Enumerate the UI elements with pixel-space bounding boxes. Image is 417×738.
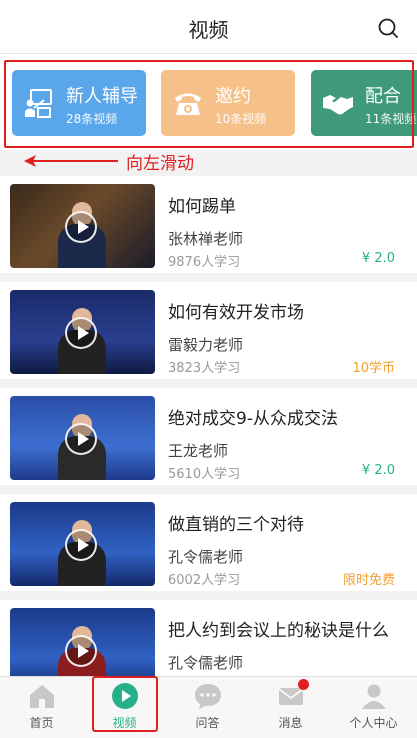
video-list[interactable]: 如何踢单 张林禅老师 9876人学习 ¥ 2.0 如何有效开发市场 雷毅力老师 … <box>0 168 417 676</box>
video-students: 3823人学习 <box>168 361 241 376</box>
handshake-icon <box>323 95 353 115</box>
tab-label: 问答 <box>195 716 220 730</box>
tab-home[interactable]: 首页 <box>0 677 83 738</box>
video-title: 如何踢单 <box>168 197 236 217</box>
category-count: 10条视频 <box>215 112 267 126</box>
video-item[interactable]: 如何踢单 张林禅老师 9876人学习 ¥ 2.0 <box>0 176 417 273</box>
top-bar: 视频 <box>0 0 417 54</box>
play-icon[interactable] <box>65 423 97 455</box>
tab-label: 首页 <box>29 716 54 730</box>
page-title: 视频 <box>188 18 229 42</box>
video-thumbnail[interactable] <box>10 502 155 586</box>
tab-profile[interactable]: 个人中心 <box>332 677 415 738</box>
play-icon[interactable] <box>65 529 97 561</box>
video-teacher: 张林禅老师 <box>168 230 244 248</box>
category-title: 配合 <box>365 86 401 107</box>
video-teacher: 孔令儒老师 <box>168 654 244 672</box>
category-count: 28条视频 <box>66 112 118 126</box>
video-title: 做直销的三个对待 <box>168 515 304 535</box>
video-students: 9876人学习 <box>168 255 241 270</box>
bottom-tab-bar: 首页 视频 问答 消息 个人中心 <box>0 676 417 738</box>
category-carousel[interactable]: 新人辅导 28条视频 邀约 10条视频 配合 11条视频 <box>0 54 417 150</box>
phone-icon <box>175 93 201 115</box>
video-thumbnail[interactable] <box>10 608 155 676</box>
video-teacher: 王龙老师 <box>168 442 229 460</box>
video-price: 限时免费 <box>342 573 395 588</box>
video-item[interactable]: 做直销的三个对待 孔令儒老师 6002人学习 限时免费 <box>0 494 417 591</box>
category-card-cooperate[interactable]: 配合 11条视频 <box>311 70 417 136</box>
video-students: 6002人学习 <box>168 573 241 588</box>
play-icon[interactable] <box>65 317 97 349</box>
home-icon <box>30 685 54 708</box>
category-card-invite[interactable]: 邀约 10条视频 <box>161 70 295 136</box>
search-icon[interactable] <box>377 17 399 39</box>
video-thumbnail[interactable] <box>10 184 155 268</box>
user-icon <box>362 684 386 709</box>
tab-video[interactable]: 视频 <box>83 677 166 738</box>
chat-icon <box>195 684 221 709</box>
category-count: 11条视频 <box>365 112 417 126</box>
play-icon[interactable] <box>65 635 97 667</box>
video-title: 如何有效开发市场 <box>168 303 304 323</box>
video-item[interactable]: 如何有效开发市场 雷毅力老师 3823人学习 10学币 <box>0 282 417 379</box>
tab-label: 视频 <box>112 716 137 730</box>
tab-label: 消息 <box>278 716 303 730</box>
video-price: 10学币 <box>352 361 395 376</box>
video-price: ¥ 2.0 <box>361 463 395 478</box>
category-card-mentoring[interactable]: 新人辅导 28条视频 <box>12 70 146 136</box>
mentor-icon <box>25 89 52 118</box>
tab-qa[interactable]: 问答 <box>166 677 249 738</box>
play-icon[interactable] <box>65 211 97 243</box>
video-title: 绝对成交9-从众成交法 <box>168 409 338 429</box>
video-play-icon <box>112 683 138 709</box>
video-item[interactable]: 把人约到会议上的秘诀是什么 孔令儒老师 <box>0 600 417 676</box>
video-thumbnail[interactable] <box>10 396 155 480</box>
video-students: 5610人学习 <box>168 467 241 482</box>
tab-messages[interactable]: 消息 <box>249 677 332 738</box>
category-title: 邀约 <box>215 86 251 107</box>
video-item[interactable]: 绝对成交9-从众成交法 王龙老师 5610人学习 ¥ 2.0 <box>0 388 417 485</box>
category-title: 新人辅导 <box>66 86 138 107</box>
video-teacher: 孔令儒老师 <box>168 548 244 566</box>
unread-badge <box>298 679 309 690</box>
video-thumbnail[interactable] <box>10 290 155 374</box>
video-teacher: 雷毅力老师 <box>168 336 244 354</box>
left-arrow-icon <box>24 155 118 167</box>
video-price: ¥ 2.0 <box>361 251 395 266</box>
video-title: 把人约到会议上的秘诀是什么 <box>168 621 389 641</box>
tab-label: 个人中心 <box>349 716 398 730</box>
